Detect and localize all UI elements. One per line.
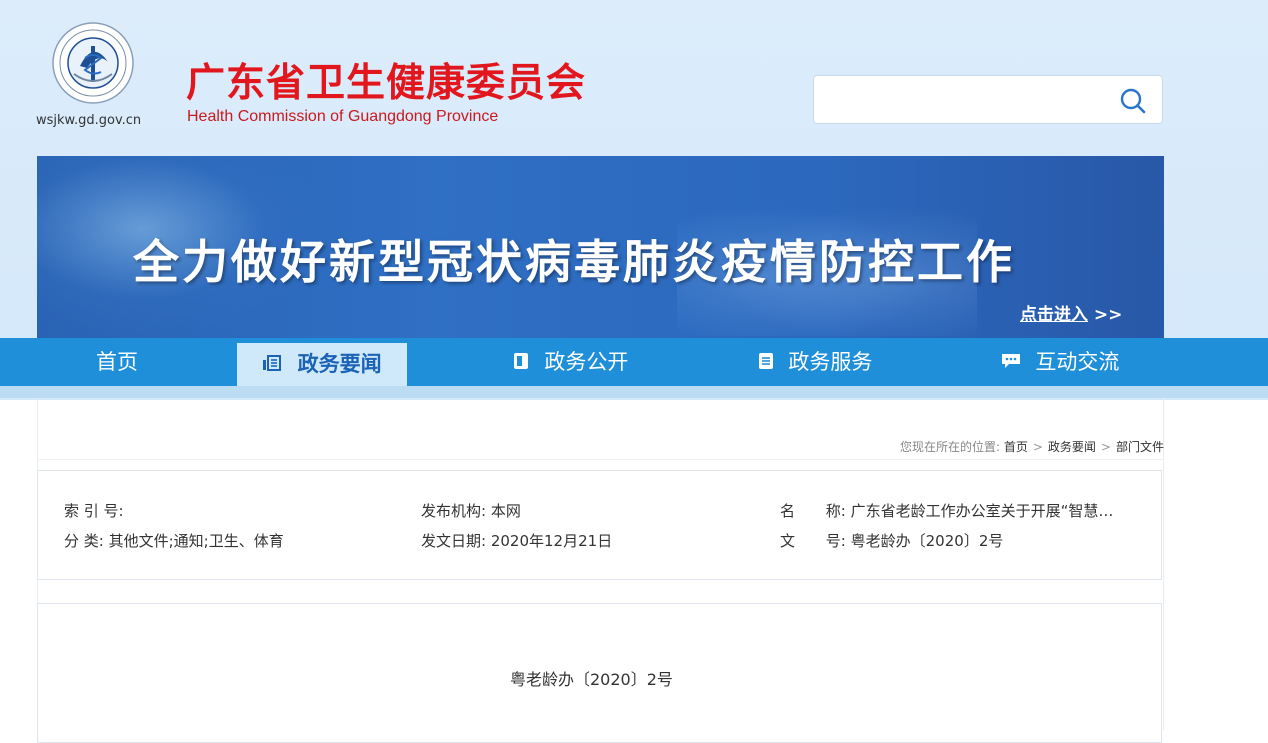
doc-number: 文 号: 粤老龄办〔2020〕2号 [780,530,1003,551]
date-label: 发文日期: [421,532,487,550]
date-value: 2020年12月21日 [490,532,613,550]
document-number: 粤老龄办〔2020〕2号 [510,670,673,689]
nav-item-public[interactable]: 政务公开 [500,338,640,386]
banner-enter-link[interactable]: 点击进入 >> [1020,300,1122,325]
site-title[interactable]: 广东省卫生健康委员会 [186,52,586,108]
breadcrumb: 您现在所在的位置: 首页 > 政务要闻 > 部门文件 [900,438,1164,455]
banner-enter-label: 点击进入 [1020,305,1088,325]
site-domain: wsjkw.gd.gov.cn [36,113,142,128]
chat-icon [1001,339,1021,387]
breadcrumb-home[interactable]: 首页 [1004,440,1028,454]
breadcrumb-divider [37,459,1164,460]
name-label-suffix: 称: [825,502,846,520]
publisher-value: 本网 [490,502,521,520]
docno-label: 文 [780,532,796,550]
index-label: 索 引 号: [64,502,124,520]
category-value: 其他文件;通知;卫生、体育 [108,532,284,550]
name-value: 广东省老龄工作办公室关于开展“智慧… [850,502,1114,520]
nav-underbar [0,386,1268,398]
main-nav: 首页 政务要闻 政务公开 政务服务 互动交流 [0,338,1268,386]
banner-title: 全力做好新型冠状病毒肺炎疫情防控工作 [133,235,1015,289]
breadcrumb-separator: > [1032,440,1043,454]
document-info-panel [37,470,1162,580]
breadcrumb-department-docs[interactable]: 部门文件 [1116,440,1164,454]
breadcrumb-prefix: 您现在所在的位置: [899,440,1000,454]
nav-item-label: 首页 [96,350,138,374]
nav-item-label: 政务公开 [544,350,629,374]
book-icon [512,339,530,387]
nav-item-home[interactable]: 首页 [72,338,162,386]
news-icon [262,344,282,387]
nav-item-label: 互动交流 [1035,350,1120,374]
publisher-label: 发布机构: [421,502,487,520]
search-input[interactable] [813,75,1163,124]
nav-item-news[interactable]: 政务要闻 [237,343,407,386]
health-commission-emblem-icon[interactable] [52,22,134,104]
docno-label-suffix: 号: [825,532,846,550]
index-number: 索 引 号: [64,500,124,521]
site-subtitle: Health Commission of Guangdong Province [187,108,499,125]
publisher: 发布机构: 本网 [421,500,521,521]
nav-item-label: 政务服务 [788,350,873,374]
name-label: 名 [780,502,796,520]
nav-item-label: 政务要闻 [297,352,382,376]
docno-value: 粤老龄办〔2020〕2号 [850,532,1004,550]
banner-enter-arrows: >> [1093,305,1123,325]
epidemic-banner[interactable]: 全力做好新型冠状病毒肺炎疫情防控工作 点击进入 >> [37,156,1164,338]
nav-item-service[interactable]: 政务服务 [745,338,885,386]
category: 分 类: 其他文件;通知;卫生、体育 [64,530,284,551]
category-label: 分 类: [64,532,104,550]
breadcrumb-separator: > [1100,440,1111,454]
doc-name: 名 称: 广东省老龄工作办公室关于开展“智慧… [780,500,1113,521]
breadcrumb-news[interactable]: 政务要闻 [1048,440,1096,454]
issue-date: 发文日期: 2020年12月21日 [421,530,612,551]
nav-item-interaction[interactable]: 互动交流 [990,338,1130,386]
search-icon[interactable] [1118,86,1148,116]
document-icon [758,339,774,387]
